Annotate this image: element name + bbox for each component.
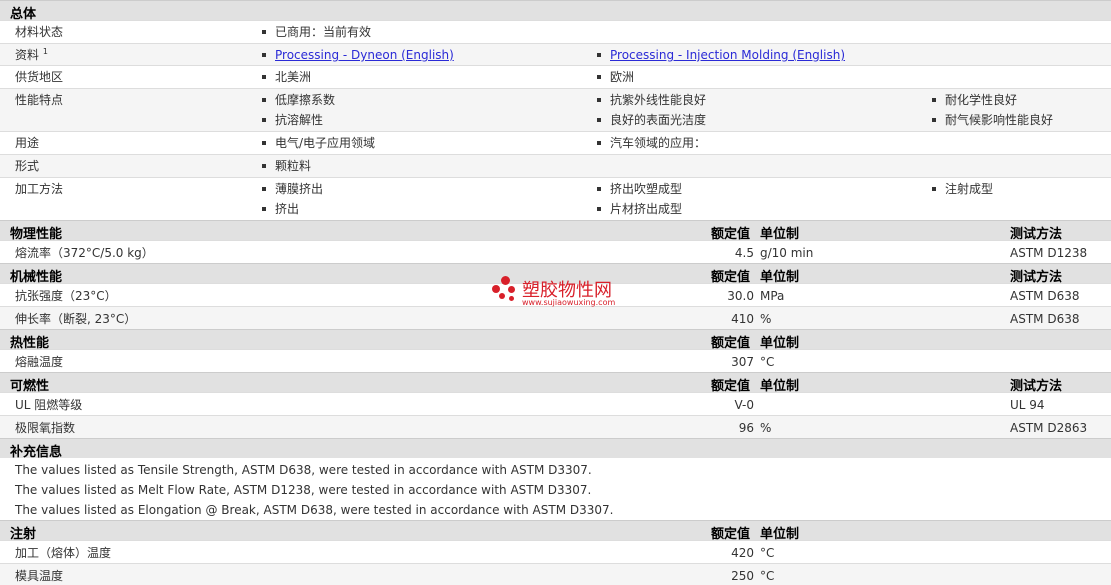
row-label: 供货地区 bbox=[15, 70, 64, 84]
list-item: 薄膜挤出 bbox=[261, 181, 323, 197]
property-value: 250 bbox=[731, 569, 754, 583]
row-label: 加工方法 bbox=[15, 182, 64, 196]
row-label: 性能特点 bbox=[15, 93, 64, 107]
property-unit: % bbox=[760, 312, 772, 326]
additional-notes: The values listed as Tensile Strength, A… bbox=[0, 458, 1111, 520]
property-name: 熔融温度 bbox=[15, 355, 64, 369]
property-name: 抗张强度（23°C） bbox=[15, 289, 117, 303]
list-item: 注射成型 bbox=[931, 181, 993, 197]
note-line: The values listed as Melt Flow Rate, AST… bbox=[15, 483, 592, 497]
list-item: 颗粒料 bbox=[261, 158, 311, 174]
property-unit: % bbox=[760, 421, 772, 435]
watermark-logo: 塑胶物性网 www.sujiaowuxing.com bbox=[492, 276, 622, 310]
property-value: 30.0 bbox=[727, 289, 754, 303]
property-value: 4.5 bbox=[734, 246, 754, 260]
property-unit: g/10 min bbox=[760, 246, 814, 260]
property-unit: °C bbox=[760, 546, 775, 560]
note-line: The values listed as Elongation @ Break,… bbox=[15, 503, 614, 517]
property-unit: °C bbox=[760, 355, 775, 369]
row-literature: 资料 1 Processing - Dyneon (English) Proce… bbox=[0, 43, 1111, 65]
property-name: 伸长率（断裂, 23°C） bbox=[15, 312, 137, 326]
logo-dots-icon bbox=[492, 276, 520, 304]
property-unit: °C bbox=[760, 569, 775, 583]
property-value: V-0 bbox=[734, 398, 754, 412]
row-features: 性能特点 低摩擦系数 抗紫外线性能良好 耐化学性良好 抗溶解性 良好的表面光洁度… bbox=[0, 88, 1111, 131]
list-item: 挤出 bbox=[261, 201, 299, 217]
property-unit: MPa bbox=[760, 289, 785, 303]
row-availability: 供货地区 北美洲 欧洲 bbox=[0, 65, 1111, 88]
property-method: ASTM D638 bbox=[1010, 289, 1080, 303]
section-header-additional: 补充信息 bbox=[0, 438, 1111, 460]
property-value: 96 bbox=[738, 421, 754, 435]
note-line: The values listed as Tensile Strength, A… bbox=[15, 463, 592, 477]
list-item: 汽车领域的应用： bbox=[596, 135, 706, 151]
list-item: 低摩擦系数 bbox=[261, 92, 335, 108]
property-value: 307 bbox=[731, 355, 754, 369]
property-name: 模具温度 bbox=[15, 569, 64, 583]
property-name: UL 阻燃等级 bbox=[15, 398, 83, 412]
row-uses: 用途 电气/电子应用领域 汽车领域的应用： bbox=[0, 131, 1111, 154]
list-item: Processing - Dyneon (English) bbox=[261, 47, 454, 63]
row-label: 资料 1 bbox=[15, 47, 48, 63]
section-header-flammability: 可燃性 额定值 单位制 测试方法 bbox=[0, 372, 1111, 394]
list-item: 良好的表面光洁度 bbox=[596, 112, 706, 128]
list-item: 耐气候影响性能良好 bbox=[931, 112, 1053, 128]
row-material-status: 材料状态 已商用：当前有效 bbox=[0, 20, 1111, 43]
section-header-injection: 注射 额定值 单位制 bbox=[0, 520, 1111, 542]
table-row: 熔融温度 307 °C bbox=[0, 349, 1111, 372]
footnote-marker: 1 bbox=[42, 47, 48, 56]
property-method: ASTM D1238 bbox=[1010, 246, 1088, 260]
property-name: 熔流率（372°C/5.0 kg） bbox=[15, 246, 154, 260]
property-value: 410 bbox=[731, 312, 754, 326]
watermark-url: www.sujiaowuxing.com bbox=[522, 298, 616, 307]
property-method: UL 94 bbox=[1010, 398, 1045, 412]
property-value: 420 bbox=[731, 546, 754, 560]
property-method: ASTM D2863 bbox=[1010, 421, 1088, 435]
list-item: 北美洲 bbox=[261, 69, 311, 85]
row-processing: 加工方法 薄膜挤出 挤出吹塑成型 注射成型 挤出 片材挤出成型 bbox=[0, 177, 1111, 220]
row-label: 材料状态 bbox=[15, 25, 64, 39]
property-name: 极限氧指数 bbox=[15, 421, 76, 435]
list-item: 抗紫外线性能良好 bbox=[596, 92, 706, 108]
section-header-thermal: 热性能 额定值 单位制 bbox=[0, 329, 1111, 351]
row-forms: 形式 颗粒料 bbox=[0, 154, 1111, 177]
row-label: 形式 bbox=[15, 159, 40, 173]
list-item: 已商用：当前有效 bbox=[261, 24, 371, 40]
list-item: Processing - Injection Molding (English) bbox=[596, 47, 845, 63]
section-header-general: 总体 bbox=[0, 0, 1111, 22]
list-item: 欧洲 bbox=[596, 69, 634, 85]
link-processing-dyneon[interactable]: Processing - Dyneon (English) bbox=[275, 48, 454, 62]
row-label: 用途 bbox=[15, 136, 40, 150]
table-row: 模具温度 250 °C bbox=[0, 563, 1111, 585]
list-item: 片材挤出成型 bbox=[596, 201, 682, 217]
table-row: UL 阻燃等级 V-0 UL 94 bbox=[0, 392, 1111, 415]
property-name: 加工（熔体）温度 bbox=[15, 546, 112, 560]
table-row: 极限氧指数 96 % ASTM D2863 bbox=[0, 415, 1111, 438]
link-processing-injection-molding[interactable]: Processing - Injection Molding (English) bbox=[610, 48, 845, 62]
list-item: 挤出吹塑成型 bbox=[596, 181, 682, 197]
section-header-physical: 物理性能 额定值 单位制 测试方法 bbox=[0, 220, 1111, 242]
table-row: 熔流率（372°C/5.0 kg） 4.5 g/10 min ASTM D123… bbox=[0, 240, 1111, 263]
list-item: 耐化学性良好 bbox=[931, 92, 1017, 108]
property-method: ASTM D638 bbox=[1010, 312, 1080, 326]
list-item: 电气/电子应用领域 bbox=[261, 135, 375, 151]
table-row: 加工（熔体）温度 420 °C bbox=[0, 540, 1111, 563]
list-item: 抗溶解性 bbox=[261, 112, 323, 128]
